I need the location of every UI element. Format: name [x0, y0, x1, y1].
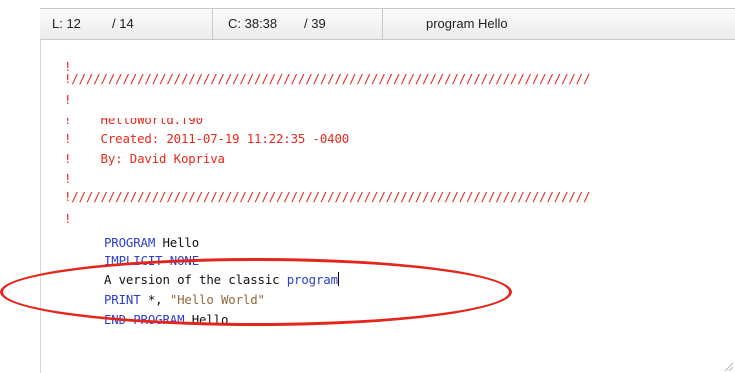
- highlight-ellipse: [0, 258, 512, 326]
- status-bar: L: 12 / 14 C: 38:38 / 39 program Hello: [40, 8, 735, 40]
- column-total: / 39: [304, 16, 326, 31]
- code-line: ! By: David Kopriva: [64, 151, 225, 166]
- code-line: ! Created: 2011-07-19 11:22:35 -0400: [64, 131, 350, 146]
- line-total: / 14: [112, 16, 134, 31]
- column-number: C: 38:38: [228, 16, 278, 31]
- code-line: !: [64, 92, 72, 107]
- code-editor[interactable]: ! !/////////////////////////////////////…: [40, 39, 735, 373]
- code-text: Hello: [155, 235, 200, 250]
- symbol-popup[interactable]: program Hello: [426, 9, 508, 39]
- keyword: PROGRAM: [104, 235, 156, 250]
- status-divider: [382, 9, 383, 39]
- code-line: !: [64, 171, 72, 186]
- status-divider: [212, 9, 213, 39]
- code-line: !: [64, 211, 72, 226]
- code-line: ! HelloWorld.f90: [64, 112, 203, 127]
- resize-grip-icon[interactable]: [723, 361, 733, 371]
- code-line: PROGRAM Hello: [104, 235, 199, 250]
- code-line: !///////////////////////////////////////…: [64, 189, 591, 204]
- code-line: !///////////////////////////////////////…: [64, 71, 591, 86]
- line-number: L: 12: [52, 16, 81, 31]
